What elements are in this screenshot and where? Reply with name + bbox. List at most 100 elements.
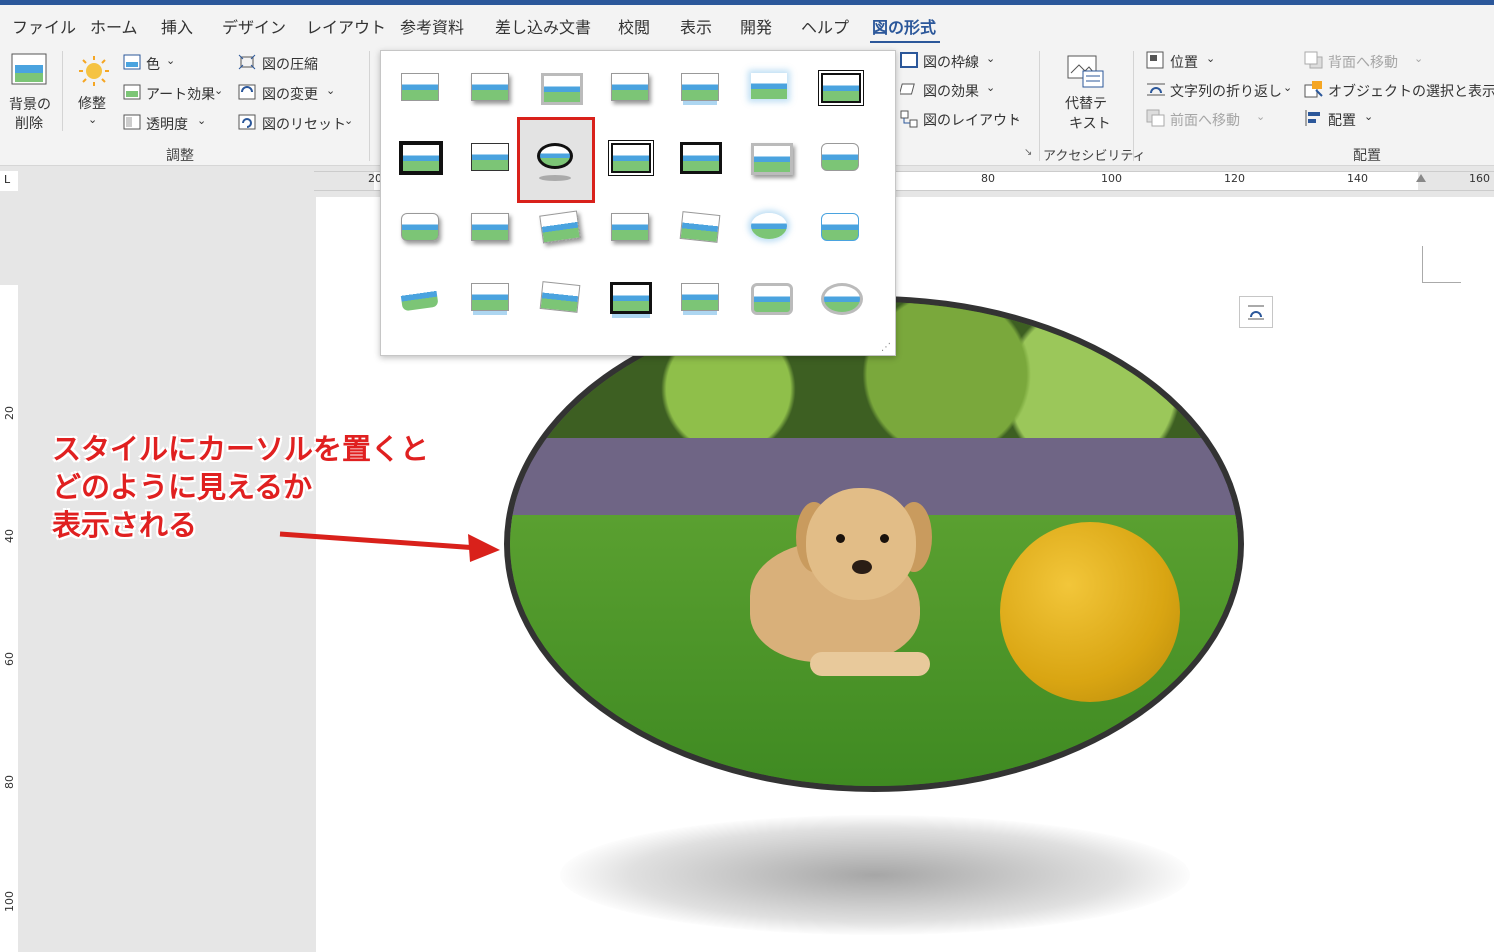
style-soft-edge-rectangle[interactable] [739,131,799,183]
style-reflected-bevel[interactable] [459,271,519,323]
corrections-label[interactable]: 修整 [78,93,106,113]
send-backward-icon[interactable] [1304,51,1324,69]
style-simple-frame-white[interactable] [389,61,449,113]
style-beveled-matte[interactable] [459,61,519,113]
style-thick-matte-black[interactable] [389,131,449,183]
style-reflected[interactable] [669,61,729,113]
compress-icon[interactable] [238,54,256,70]
style-rotated-white[interactable] [529,201,589,253]
change-picture-button[interactable]: 図の変更 [262,84,318,104]
resize-grip-icon[interactable]: ⋰ [881,342,891,353]
border-icon[interactable] [900,52,918,68]
alt-text-label-1[interactable]: 代替テ [1065,93,1107,113]
compress-button[interactable]: 図の圧縮 [262,54,318,74]
reset-picture-icon[interactable] [238,114,256,130]
chevron-down-icon[interactable]: ⌄ [1256,110,1265,123]
style-perspective-left[interactable] [389,201,449,253]
style-rotated-paper[interactable] [669,201,729,253]
tab-picture-format[interactable]: 図の形式 [872,14,936,38]
style-reflected-perspective[interactable] [669,271,729,323]
tab-layout[interactable]: レイアウト [306,14,386,38]
tab-design[interactable]: デザイン [222,14,286,38]
remove-background-label-2[interactable]: 削除 [15,113,43,133]
style-metal-frame[interactable] [529,61,589,113]
chevron-down-icon[interactable]: ⌄ [88,113,97,126]
align-icon[interactable] [1304,109,1324,127]
style-metal-oval-frame[interactable] [599,131,659,183]
chevron-down-icon[interactable]: ⌄ [986,52,995,65]
effects-icon[interactable] [900,81,918,97]
layout-options-button[interactable] [1239,296,1273,328]
send-backward-button[interactable]: 背面へ移動 [1328,52,1398,72]
style-relaxed-perspective[interactable] [599,201,659,253]
bring-forward-button[interactable]: 前面へ移動 [1170,110,1240,130]
tab-view[interactable]: 表示 [680,14,712,38]
style-metal-oval[interactable] [809,271,869,323]
picture-layout-icon[interactable] [900,110,918,128]
tab-mailings[interactable]: 差し込み文書 [495,14,591,38]
tab-file[interactable]: ファイル [12,14,76,38]
style-bevel-perspective[interactable] [389,271,449,323]
art-effects-button[interactable]: アート効果 [146,84,215,104]
chevron-down-icon[interactable]: ⌄ [214,84,223,97]
tab-home[interactable]: ホーム [90,14,138,38]
style-soft-edge[interactable] [739,61,799,113]
tab-help[interactable]: ヘルプ [801,14,849,38]
selection-pane-button[interactable]: オブジェクトの選択と表示 [1328,81,1494,101]
dog-picture[interactable] [504,296,1244,792]
transparency-button[interactable]: 透明度 [146,114,188,134]
alt-text-label-2[interactable]: キスト [1069,113,1111,133]
selection-pane-icon[interactable] [1304,80,1324,98]
chevron-down-icon[interactable]: ⌄ [197,114,206,127]
tab-developer[interactable]: 開発 [740,14,772,38]
remove-background-icon[interactable] [11,53,47,85]
alt-text-icon[interactable] [1067,55,1105,89]
tab-review[interactable]: 校閲 [618,14,650,38]
picture-effects-button[interactable]: 図の効果 [923,81,979,101]
style-soft-oval[interactable] [739,201,799,253]
color-button[interactable]: 色 [146,54,160,74]
bring-forward-icon[interactable] [1146,109,1166,127]
chevron-down-icon[interactable]: ⌄ [986,81,995,94]
art-effects-icon[interactable] [123,84,141,100]
picture-border-button[interactable]: 図の枠線 [923,52,979,72]
style-perspective-shadow[interactable] [529,271,589,323]
tab-references[interactable]: 参考資料 [400,14,464,38]
remove-background-label-1[interactable]: 背景の [9,94,51,114]
style-metal-rounded[interactable] [739,271,799,323]
style-thumbnail [471,213,509,241]
vertical-ruler[interactable] [0,197,18,952]
wrap-text-button[interactable]: 文字列の折り返し [1170,81,1282,101]
transparency-icon[interactable] [123,114,141,130]
reset-picture-button[interactable]: 図のリセット [262,114,346,134]
chevron-down-icon[interactable]: ⌄ [1283,81,1292,94]
wrap-text-icon[interactable] [1146,81,1166,97]
style-thumbnail [751,73,787,99]
style-bevel-rectangle[interactable] [809,201,869,253]
chevron-down-icon[interactable]: ⌄ [1364,110,1373,123]
style-thumbnail [821,283,863,315]
style-rounded-rectangle[interactable] [809,131,869,183]
style-center-shadow[interactable] [669,131,729,183]
position-button[interactable]: 位置 [1170,52,1198,72]
position-icon[interactable] [1146,51,1164,69]
chevron-down-icon[interactable]: ⌄ [1011,110,1020,123]
style-drop-shadow[interactable] [599,61,659,113]
chevron-down-icon[interactable]: ⌄ [1414,52,1423,65]
style-simple-frame-black[interactable] [459,131,519,183]
align-button[interactable]: 配置 [1328,110,1356,130]
color-icon[interactable] [123,54,141,70]
dialog-launcher-icon[interactable]: ↘ [1024,147,1032,158]
style-double-frame-black[interactable] [809,61,869,113]
change-picture-icon[interactable] [238,84,256,100]
style-compound-frame[interactable] [459,201,519,253]
sun-icon[interactable] [78,55,110,87]
chevron-down-icon[interactable]: ⌄ [166,54,175,67]
chevron-down-icon[interactable]: ⌄ [1206,52,1215,65]
tab-selector[interactable]: L [0,171,18,191]
style-reflected-black[interactable] [599,271,659,323]
chevron-down-icon[interactable]: ⌄ [326,84,335,97]
chevron-down-icon[interactable]: ⌄ [344,114,353,127]
tab-insert[interactable]: 挿入 [161,14,193,38]
picture-layout-button[interactable]: 図のレイアウト [923,110,1021,130]
